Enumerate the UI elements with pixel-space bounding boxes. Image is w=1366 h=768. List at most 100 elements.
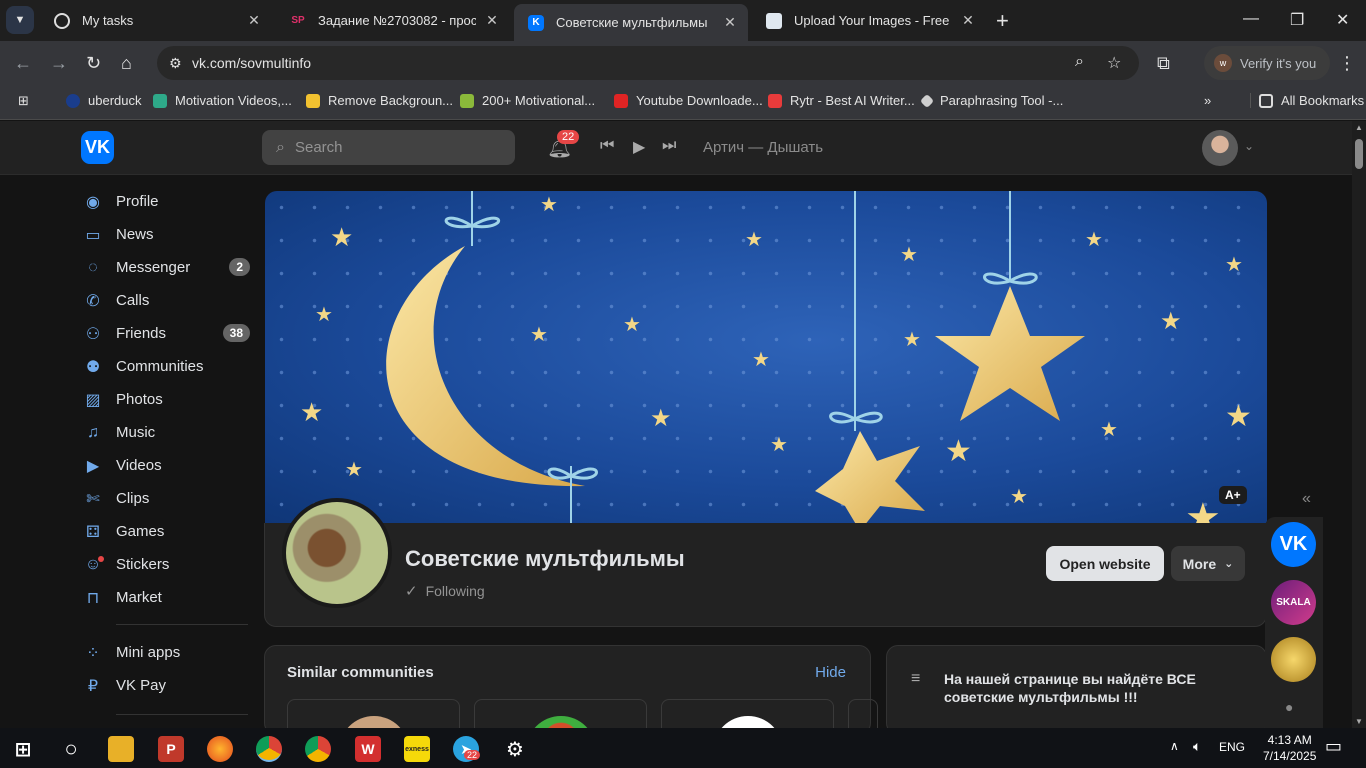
settings-gear-icon[interactable]: ⚙ [502,736,528,762]
minimize-button[interactable]: — [1243,10,1259,28]
scroll-down-icon[interactable]: ▼ [1355,717,1363,726]
extensions-icon[interactable]: ⧉ [1157,53,1170,74]
tab-upload-images[interactable]: Upload Your Images - Free Image ✕ [752,4,986,37]
bookmark-star-icon[interactable]: ☆ [1107,53,1121,73]
address-bar[interactable]: ⚙ vk.com/sovmultinfo ⌕ ☆ [157,46,1139,80]
bookmark-remove-bg[interactable]: Remove Backgroun... [306,93,453,108]
gold-chat-shortcut[interactable] [1271,637,1316,682]
vk-logo[interactable]: VK [81,131,114,164]
sidebar-item-mini-apps[interactable]: ⁘ Mini apps [80,636,252,669]
bookmark-motivational[interactable]: 200+ Motivational... [460,93,595,108]
sidebar-item-news[interactable]: ▭ News [80,218,252,251]
chrome-profile-icon[interactable] [256,736,282,762]
collapse-chats-icon[interactable]: « [1302,490,1311,508]
chevron-down-icon[interactable]: ⌄ [1244,139,1254,153]
following-status[interactable]: ✓ Following [405,582,485,600]
scroll-up-icon[interactable]: ▲ [1355,123,1363,132]
vk-chat-shortcut[interactable]: VK [1271,522,1316,567]
profile-verify-button[interactable]: w Verify it's you [1204,46,1330,80]
svg-text:★: ★ [1085,229,1103,251]
wps-icon[interactable]: W [355,736,381,762]
previous-track-icon[interactable]: ⏮ [600,137,614,155]
reload-icon[interactable]: ↻ [86,53,101,74]
skala-chat-shortcut[interactable]: SKALA [1271,580,1316,625]
sidebar-item-music[interactable]: ♫ Music [80,416,252,449]
tab-search-dropdown[interactable]: ▼ [6,6,34,34]
close-tab-icon[interactable]: ✕ [960,12,976,29]
restore-button[interactable]: ❐ [1290,10,1304,30]
back-icon[interactable]: ← [14,53,32,74]
close-tab-icon[interactable]: ✕ [484,12,500,29]
forward-icon[interactable]: → [50,53,68,74]
zoom-icon[interactable]: ⌕ [1075,53,1084,71]
exness-icon[interactable]: exness [404,736,430,762]
accessibility-badge[interactable]: A+ [1219,486,1247,504]
tab-sovmult[interactable]: K Советские мультфильмы ✕ [514,4,748,41]
hide-button[interactable]: Hide [815,664,846,681]
user-icon: ◉ [86,193,100,211]
bookmark-paraphrasing[interactable]: Paraphrasing Tool -... [919,93,1063,108]
pdf-app-icon[interactable]: P [158,736,184,762]
now-playing-track[interactable]: Артич — Дышать [703,139,823,156]
target-icon [54,12,70,29]
svg-text:★: ★ [530,324,548,346]
search-input[interactable]: ⌕ Search [262,130,515,165]
bookmark-rytr[interactable]: Rytr - Best AI Writer... [768,93,915,108]
tab-zadanie[interactable]: SP Задание №2703082 - просмотр ✕ [276,4,510,37]
sidebar-item-games[interactable]: ⚃ Games [80,515,252,548]
scrollbar-thumb[interactable] [1355,139,1363,169]
browser-tab-bar: ▼ My tasks ✕ SP Задание №2703082 - просм… [0,0,1366,41]
description-icon: ≡ [911,670,921,687]
svg-text:★: ★ [540,194,558,216]
sidebar-item-clips[interactable]: ✄ Clips [80,482,252,515]
notifications-icon[interactable]: ▭ [1325,736,1342,757]
file-explorer-icon[interactable] [108,736,134,762]
clock[interactable]: 4:13 AM 7/14/2025 [1263,732,1316,764]
sidebar-item-videos[interactable]: ▶ Videos [80,449,252,482]
sidebar-item-vk-pay[interactable]: ₽ VK Pay [80,669,252,702]
chat-bubble-icon[interactable]: ● [1285,699,1293,715]
close-window-button[interactable]: ✕ [1336,10,1349,30]
all-bookmarks[interactable]: All Bookmarks [1250,93,1364,108]
chat-shortcuts-bar: VK SKALA ● [1265,517,1323,728]
cortana-search-icon[interactable]: ○ [58,736,84,762]
close-tab-icon[interactable]: ✕ [246,12,262,29]
user-avatar[interactable] [1202,130,1238,166]
tray-chevron-icon[interactable]: ∧ [1170,739,1179,753]
url-text[interactable]: vk.com/sovmultinfo [192,55,311,71]
sidebar-item-messenger[interactable]: ◌ Messenger 2 [80,251,252,284]
menu-dots-icon[interactable]: ⋮ [1338,53,1356,74]
bookmark-youtube-dl[interactable]: Youtube Downloade... [614,93,763,108]
sidebar-item-profile[interactable]: ◉ Profile [80,185,252,218]
winnie-the-pooh-image [286,502,388,604]
close-tab-icon[interactable]: ✕ [722,14,738,31]
firefox-icon[interactable] [207,736,233,762]
language-indicator[interactable]: ENG [1219,740,1245,754]
sidebar-item-photos[interactable]: ▨ Photos [80,383,252,416]
windows-start-icon[interactable]: ⊞ [10,736,36,762]
volume-icon[interactable]: 🔈︎ [1193,738,1201,755]
new-tab-button[interactable]: + [996,8,1009,34]
tab-my-tasks[interactable]: My tasks ✕ [40,4,272,37]
sidebar-item-communities[interactable]: ⚉ Communities [80,350,252,383]
open-website-button[interactable]: Open website [1046,546,1164,581]
chevron-down-icon: ▼ [14,14,26,26]
sidebar-item-friends[interactable]: ⚇ Friends 38 [80,317,252,350]
svg-text:★: ★ [745,229,763,251]
bookmark-uberduck[interactable]: uberduck [66,93,141,108]
svg-text:★: ★ [345,459,363,481]
play-icon[interactable]: ▶ [633,137,645,157]
site-info-icon[interactable]: ⚙ [169,55,182,72]
group-avatar[interactable] [282,498,392,608]
page-scrollbar[interactable]: ▲ ▼ [1352,121,1366,728]
sidebar-item-stickers[interactable]: ☺ Stickers [80,548,252,581]
home-icon[interactable]: ⌂ [121,53,132,74]
sidebar-item-calls[interactable]: ✆ Calls [80,284,252,317]
apps-grid-icon[interactable]: ⊞ [18,93,29,109]
next-track-icon[interactable]: ⏭ [662,137,676,155]
more-bookmarks-icon[interactable]: » [1204,93,1211,108]
more-button[interactable]: More ⌄ [1171,546,1245,581]
chrome-icon[interactable] [305,736,331,762]
sidebar-item-market[interactable]: ⊓ Market [80,581,252,614]
bookmark-motivation[interactable]: Motivation Videos,... [153,93,292,108]
